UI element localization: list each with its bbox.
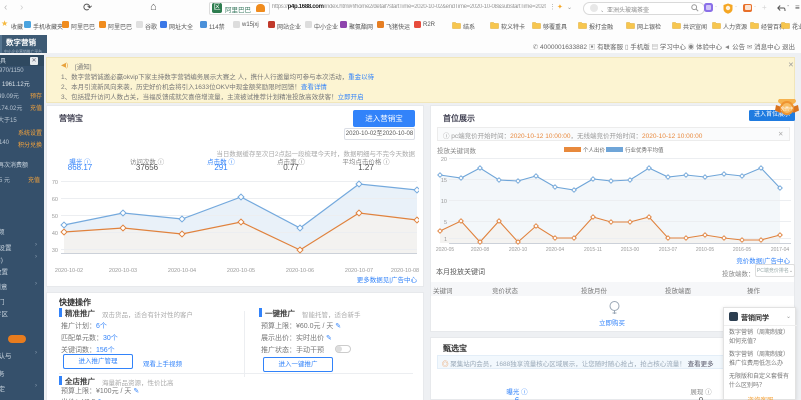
svg-text:2020-10-05: 2020-10-05	[227, 268, 255, 274]
svg-text:2020-10-04: 2020-10-04	[168, 268, 196, 274]
svg-text:2020-10-03: 2020-10-03	[109, 268, 137, 274]
svg-text:2020-10-06: 2020-10-06	[286, 268, 314, 274]
svg-text:20: 20	[441, 157, 447, 163]
svg-text:10: 10	[441, 199, 447, 205]
svg-text:40: 40	[52, 231, 58, 237]
svg-text:15: 15	[441, 178, 447, 184]
svg-text:2020-05: 2020-05	[436, 247, 455, 253]
svg-text:2010-05: 2010-05	[696, 247, 715, 253]
svg-text:2015-11: 2015-11	[584, 247, 602, 253]
svg-text:2020-10-02: 2020-10-02	[55, 268, 83, 274]
svg-text:2013-07: 2013-07	[659, 247, 678, 253]
svg-text:免费中: 免费中	[781, 105, 794, 112]
svg-text:2020-10: 2020-10	[509, 247, 528, 253]
svg-text:2020-08: 2020-08	[471, 247, 490, 253]
svg-text:2016-05: 2016-05	[733, 247, 752, 253]
svg-text:2020-04: 2020-04	[546, 247, 565, 253]
svg-text:2013-00: 2013-00	[621, 247, 640, 253]
svg-text:5: 5	[444, 220, 447, 226]
svg-text:2017-04: 2017-04	[771, 247, 790, 253]
svg-text:1: 1	[444, 237, 447, 243]
svg-text:70: 70	[52, 180, 58, 186]
svg-text:30: 30	[52, 248, 58, 254]
svg-text:50: 50	[52, 214, 58, 220]
svg-text:60: 60	[52, 197, 58, 203]
